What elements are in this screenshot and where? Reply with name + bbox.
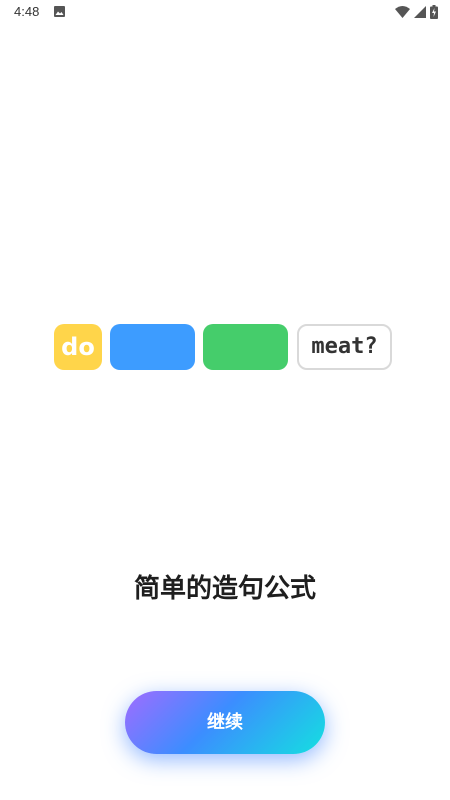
wifi-icon [395,6,410,18]
page-title: 简单的造句公式 [133,574,316,604]
status-time: 4:48 [14,4,40,19]
battery-icon [430,5,438,19]
image-icon [54,6,65,17]
word-block-green [203,324,288,370]
word-block-meat: meat? [297,324,392,370]
word-block-do: do [54,324,102,370]
status-bar: 4:48 [0,0,450,24]
status-icons [395,4,438,20]
word-block-blue [110,324,195,370]
continue-button[interactable]: 继续 [125,691,325,754]
signal-icon [414,6,426,18]
